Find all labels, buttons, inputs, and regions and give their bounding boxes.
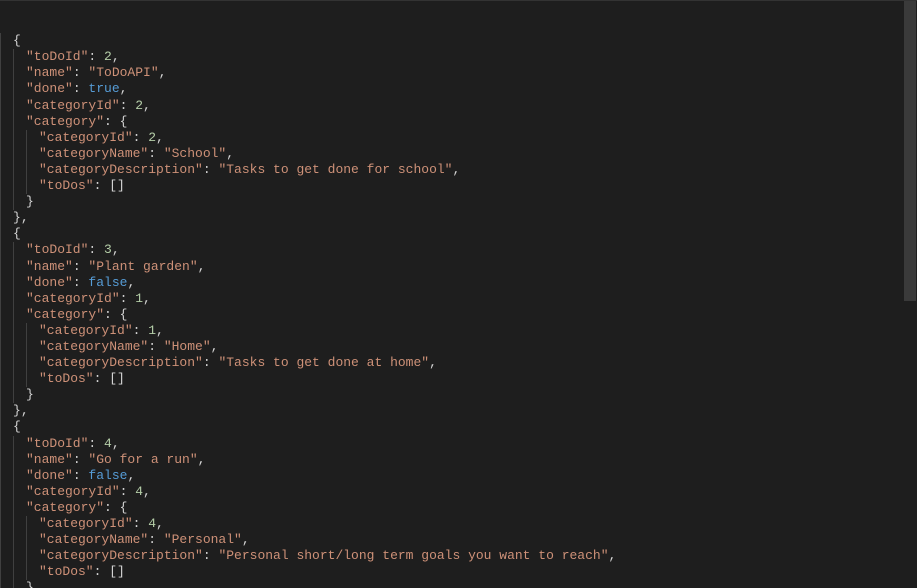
- code-line: "toDos": []: [0, 178, 917, 194]
- vertical-scrollbar-track[interactable]: [903, 1, 917, 588]
- code-line: "name": "Plant garden",: [0, 259, 917, 275]
- code-line: {: [0, 419, 917, 435]
- code-line: "toDoId": 3,: [0, 242, 917, 258]
- code-line: },: [0, 210, 917, 226]
- code-line: "categoryDescription": "Tasks to get don…: [0, 162, 917, 178]
- code-line: }: [0, 387, 917, 403]
- code-line: }: [0, 194, 917, 210]
- code-line: "category": {: [0, 114, 917, 130]
- code-line: "categoryId": 2,: [0, 98, 917, 114]
- code-line: "done": false,: [0, 275, 917, 291]
- code-line: "categoryId": 2,: [0, 130, 917, 146]
- code-line: "toDoId": 4,: [0, 436, 917, 452]
- code-line: "toDoId": 2,: [0, 49, 917, 65]
- code-line: {: [0, 226, 917, 242]
- code-line: }: [0, 580, 917, 588]
- vertical-scrollbar-thumb[interactable]: [904, 1, 916, 301]
- code-line: "categoryName": "Personal",: [0, 532, 917, 548]
- code-line: "categoryId": 4,: [0, 516, 917, 532]
- code-line: {: [0, 33, 917, 49]
- code-line: "categoryId": 1,: [0, 323, 917, 339]
- code-line: "categoryId": 4,: [0, 484, 917, 500]
- code-line: "category": {: [0, 307, 917, 323]
- code-editor[interactable]: {"toDoId": 2,"name": "ToDoAPI","done": t…: [0, 0, 917, 588]
- code-line: "categoryId": 1,: [0, 291, 917, 307]
- code-line: },: [0, 403, 917, 419]
- code-line: "categoryName": "School",: [0, 146, 917, 162]
- code-line: "name": "ToDoAPI",: [0, 65, 917, 81]
- code-line: "categoryName": "Home",: [0, 339, 917, 355]
- code-line: "done": true,: [0, 81, 917, 97]
- code-content: {"toDoId": 2,"name": "ToDoAPI","done": t…: [0, 33, 917, 588]
- code-line: "categoryDescription": "Personal short/l…: [0, 548, 917, 564]
- code-line: "toDos": []: [0, 371, 917, 387]
- code-line: "toDos": []: [0, 564, 917, 580]
- code-line: "categoryDescription": "Tasks to get don…: [0, 355, 917, 371]
- code-line: "name": "Go for a run",: [0, 452, 917, 468]
- code-line: "done": false,: [0, 468, 917, 484]
- code-line: "category": {: [0, 500, 917, 516]
